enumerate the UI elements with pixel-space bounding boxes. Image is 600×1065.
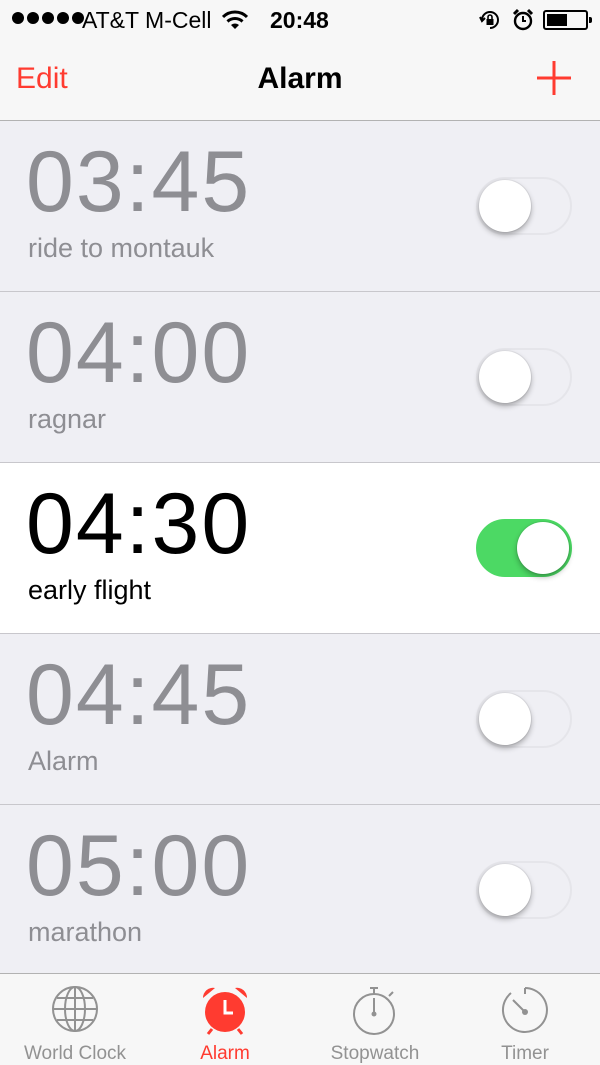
alarm-toggle[interactable]: [476, 690, 572, 748]
alarm-toggle[interactable]: [476, 519, 572, 577]
alarm-toggle[interactable]: [476, 348, 572, 406]
tab-label: World Clock: [23, 1043, 127, 1064]
alarm-label: Alarm: [28, 746, 99, 776]
alarm-label: ragnar: [28, 404, 107, 434]
tab-label: Alarm: [200, 1043, 250, 1064]
tab-bar: World Clock Alarm Stopwatch Timer: [0, 973, 600, 1065]
plus-icon: [537, 61, 571, 95]
alarm-label: marathon: [28, 917, 143, 947]
status-bar: AT&T M-Cell 20:48: [0, 0, 600, 40]
status-time: 20:48: [270, 7, 329, 33]
toggle-knob: [479, 693, 531, 745]
alarm-status-icon: [512, 8, 534, 38]
alarm-row[interactable]: 03:45 ride to montauk: [0, 121, 600, 292]
signal-strength-icon: [12, 12, 84, 24]
globe-icon: [50, 984, 100, 1039]
alarm-time: 04:00: [26, 305, 252, 401]
alarm-time: 03:45: [26, 134, 252, 230]
tab-timer[interactable]: Timer: [450, 974, 600, 1065]
alarm-time: 04:30: [26, 476, 252, 572]
carrier-name: AT&T M-Cell: [82, 7, 212, 33]
toggle-knob: [479, 864, 531, 916]
tab-label: Timer: [501, 1043, 549, 1064]
toggle-knob: [517, 522, 569, 574]
alarm-list: 03:45 ride to montauk 04:00 ragnar 04:30…: [0, 121, 600, 976]
battery-icon: [543, 10, 592, 30]
stopwatch-icon: [350, 984, 400, 1041]
tab-world-clock[interactable]: World Clock: [0, 974, 150, 1065]
alarm-toggle[interactable]: [476, 861, 572, 919]
wifi-icon: [221, 9, 249, 37]
page-title: Alarm: [257, 62, 343, 95]
alarm-time: 05:00: [26, 818, 252, 914]
tab-alarm[interactable]: Alarm: [150, 974, 300, 1065]
alarm-row[interactable]: 04:00 ragnar: [0, 292, 600, 463]
alarm-toggle[interactable]: [476, 177, 572, 235]
timer-icon: [499, 984, 551, 1041]
tab-label: Stopwatch: [330, 1043, 420, 1064]
tab-stopwatch[interactable]: Stopwatch: [300, 974, 450, 1065]
toggle-knob: [479, 180, 531, 232]
alarm-time: 04:45: [26, 647, 252, 743]
navigation-bar: Edit Alarm: [0, 40, 600, 121]
toggle-knob: [479, 351, 531, 403]
alarm-row[interactable]: 04:30 early flight: [0, 463, 600, 634]
alarm-row[interactable]: 05:00 marathon: [0, 805, 600, 976]
rotation-lock-icon: [478, 8, 502, 38]
alarm-label: ride to montauk: [28, 233, 215, 263]
alarm-row[interactable]: 04:45 Alarm: [0, 634, 600, 805]
alarm-label: early flight: [28, 575, 152, 605]
alarm-clock-icon: [199, 984, 251, 1041]
add-alarm-button[interactable]: [536, 60, 572, 96]
alarm-screen: AT&T M-Cell 20:48 Edit Alarm 03:45 ride …: [0, 0, 600, 1065]
